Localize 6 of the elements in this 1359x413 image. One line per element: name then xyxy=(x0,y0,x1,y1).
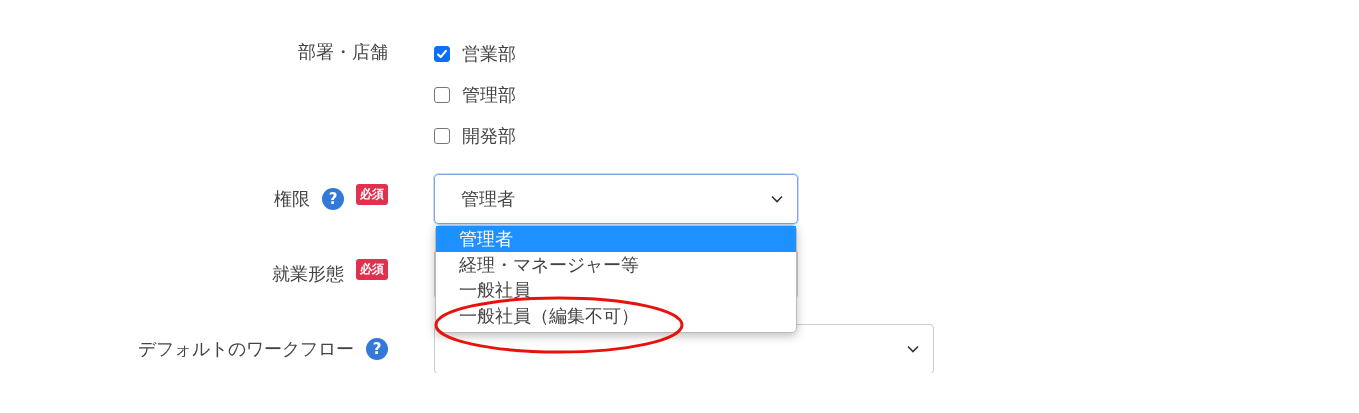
required-badge: 必須 xyxy=(356,259,388,280)
field-label: 権限 xyxy=(274,187,310,211)
required-badge: 必須 xyxy=(356,184,388,205)
field-label: 就業形態 xyxy=(272,262,344,286)
field-label: デフォルトのワークフロー xyxy=(138,337,354,361)
field-label: 部署・店舗 xyxy=(298,40,388,64)
